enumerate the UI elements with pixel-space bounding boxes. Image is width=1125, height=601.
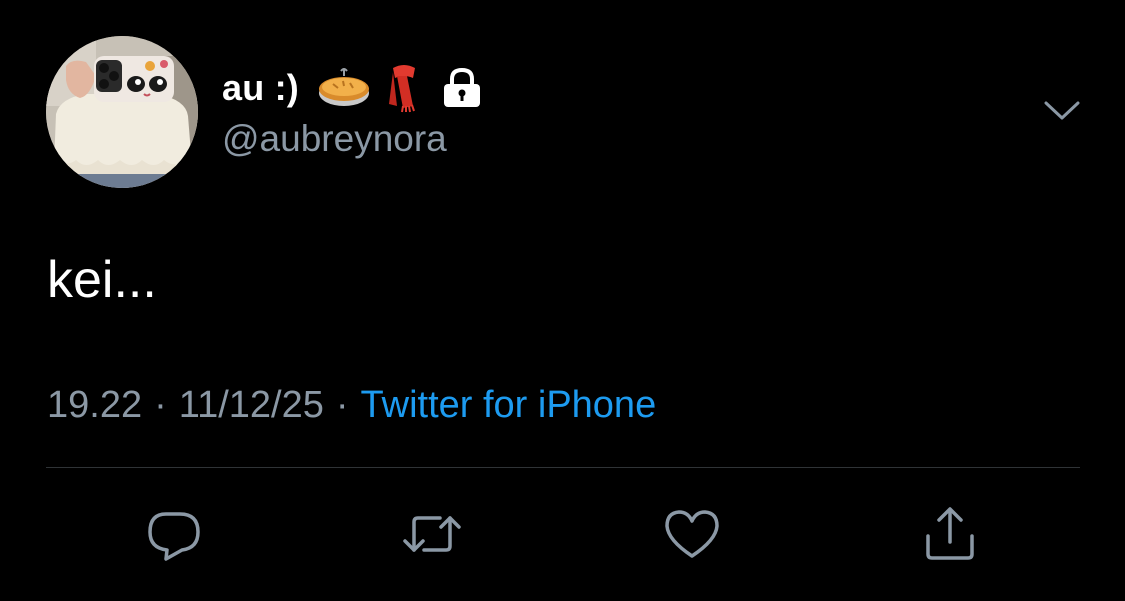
lock-icon	[441, 67, 483, 109]
meta-separator: ·	[335, 384, 349, 426]
tweet: au :) @aubreynora kei... 19.22 · 11/12/2…	[0, 0, 1125, 601]
tweet-meta: 19.22 · 11/12/25 · Twitter for iPhone	[47, 384, 656, 427]
tweet-source-link[interactable]: Twitter for iPhone	[361, 384, 657, 426]
author-display-name[interactable]: au :)	[222, 67, 299, 109]
like-icon[interactable]	[662, 504, 722, 564]
tweet-date: 11/12/25	[178, 384, 324, 426]
share-icon[interactable]	[920, 504, 980, 564]
meta-separator: ·	[154, 384, 167, 426]
tweet-text: kei...	[47, 251, 157, 309]
retweet-icon[interactable]	[402, 504, 462, 564]
scarf-icon	[385, 62, 423, 114]
avatar[interactable]	[46, 36, 198, 188]
author-handle[interactable]: @aubreynora	[222, 118, 447, 160]
author-name-row[interactable]: au :)	[222, 62, 483, 114]
chevron-down-icon[interactable]	[1044, 100, 1080, 122]
reply-icon[interactable]	[144, 504, 204, 564]
pie-icon	[317, 67, 371, 109]
tweet-time: 19.22	[47, 384, 143, 426]
avatar-image	[46, 36, 198, 188]
divider	[46, 467, 1080, 468]
